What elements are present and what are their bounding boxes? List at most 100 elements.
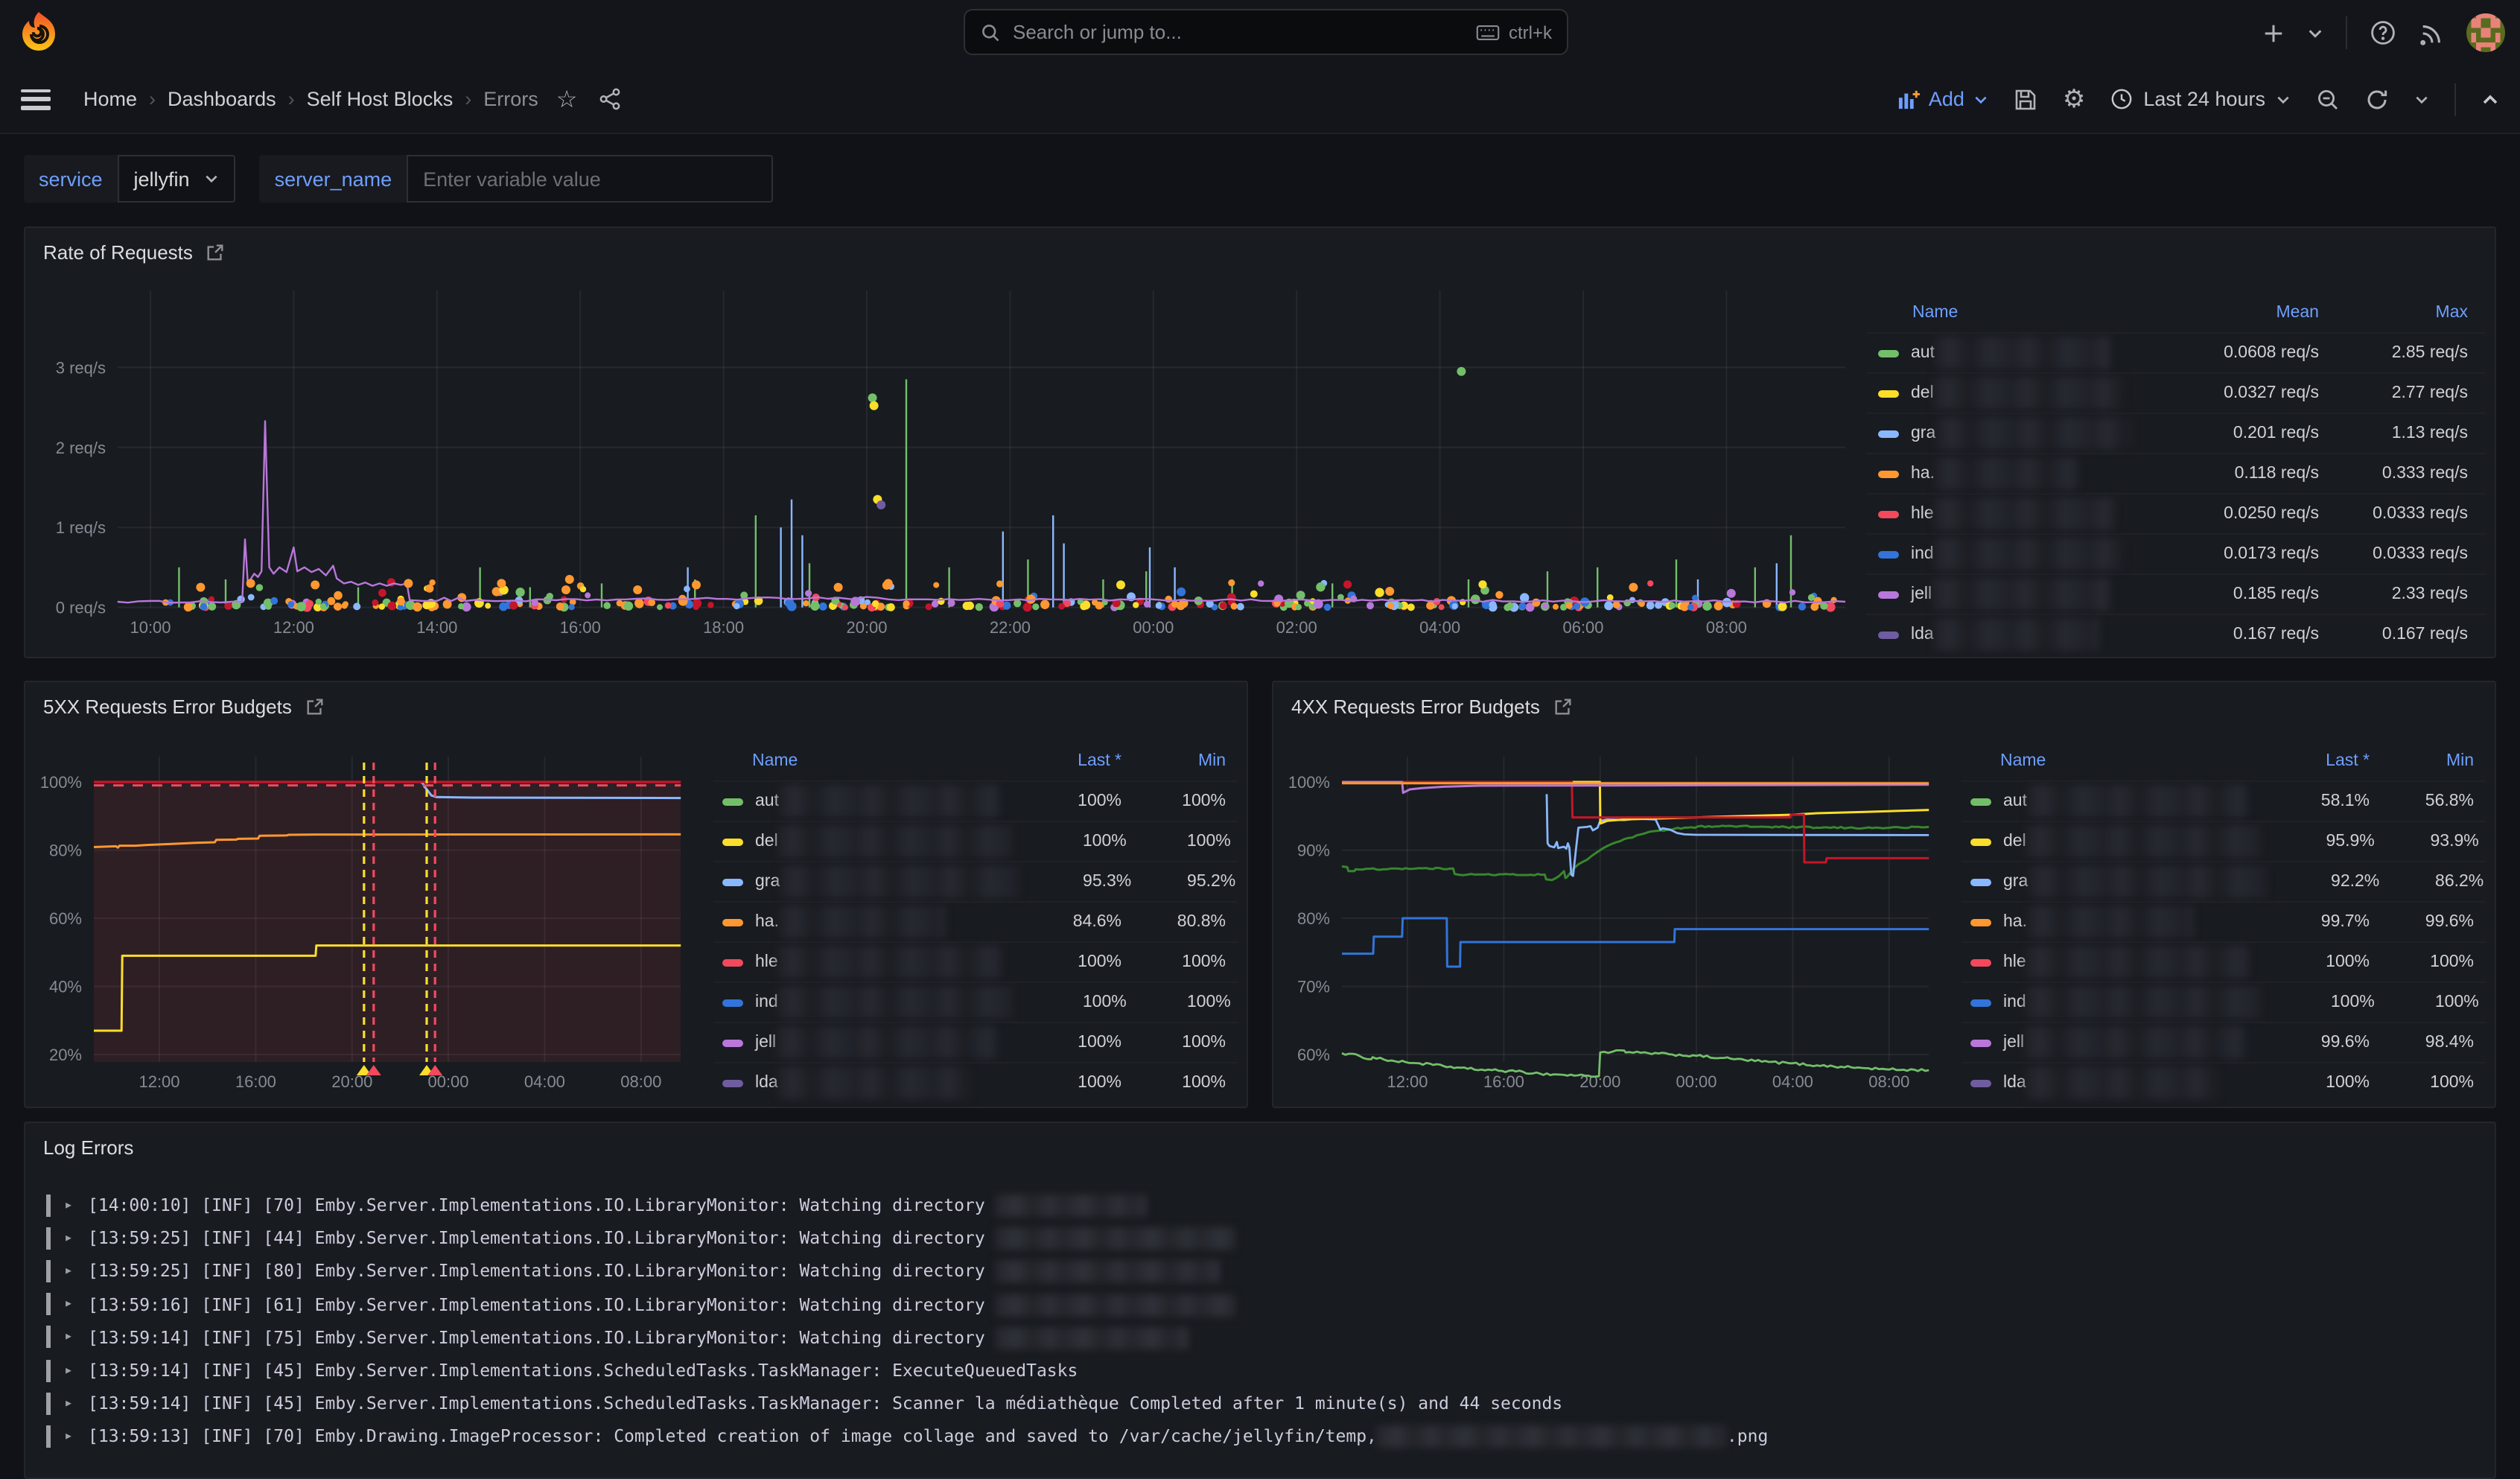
legend-row[interactable]: jell 99.6% 98.4% <box>1961 1022 2486 1062</box>
breadcrumb-self-host-blocks[interactable]: Self Host Blocks <box>307 88 454 110</box>
log-expand-icon[interactable]: ▸ <box>64 1395 74 1411</box>
time-range-picker[interactable]: Last 24 hours <box>2110 88 2291 110</box>
variable-server-name-label: server_name <box>260 155 407 203</box>
rate-legend: Name Mean Max aut 0.0608 req/s 2.85 req/… <box>1866 293 2486 654</box>
series-value-2: 56.8% <box>2370 792 2486 810</box>
series-name: jell <box>2003 1031 2256 1055</box>
series-value-1: 95.3% <box>1018 873 1131 891</box>
breadcrumb-home[interactable]: Home <box>83 88 137 110</box>
refresh-icon[interactable] <box>2365 87 2389 111</box>
redacted-name <box>2027 906 2194 938</box>
collapse-chevron-up-icon[interactable] <box>2481 90 2499 108</box>
external-link-icon[interactable] <box>206 243 226 262</box>
share-icon[interactable] <box>598 88 620 110</box>
err5xx-chart-zone[interactable]: 20%40%60%80%100%12:0016:0020:0000:0004:0… <box>37 736 713 1104</box>
settings-gear-icon[interactable]: ⚙ <box>2063 84 2086 114</box>
favorite-star-icon[interactable]: ☆ <box>556 85 578 113</box>
log-expand-icon[interactable]: ▸ <box>64 1230 74 1247</box>
log-expand-icon[interactable]: ▸ <box>64 1362 74 1378</box>
news-rss-icon[interactable] <box>2419 20 2444 45</box>
legend-row[interactable]: lda 100% 100% <box>713 1062 1238 1102</box>
legend-row[interactable]: gra 92.2% 86.2% <box>1961 861 2486 901</box>
external-link-icon[interactable] <box>1553 697 1573 716</box>
legend-header: Name Last * Min <box>1961 742 2486 780</box>
log-row[interactable]: ▸ [13:59:13] [INF] [70] Emby.Drawing.Ima… <box>43 1420 2477 1453</box>
legend-row[interactable]: aut 58.1% 56.8% <box>1961 780 2486 821</box>
legend-row[interactable]: lda 100% 100% <box>1961 1062 2486 1102</box>
variable-service-label: service <box>24 155 118 203</box>
legend-row[interactable]: ha. 99.7% 99.6% <box>1961 901 2486 941</box>
svg-text:00:00: 00:00 <box>1676 1072 1716 1091</box>
err4xx-chart-svg[interactable]: 60%70%80%90%100%12:0016:0020:0000:0004:0… <box>1285 736 1961 1104</box>
legend-row[interactable]: del 95.9% 93.9% <box>1961 821 2486 861</box>
log-row[interactable]: ▸ [13:59:14] [INF] [75] Emby.Server.Impl… <box>43 1321 2477 1354</box>
refresh-chevron-down-icon[interactable] <box>2414 92 2429 106</box>
log-expand-icon[interactable]: ▸ <box>64 1197 74 1213</box>
legend-row[interactable]: hle 100% 100% <box>1961 941 2486 982</box>
log-row[interactable]: ▸ [14:00:10] [INF] [70] Emby.Server.Impl… <box>43 1189 2477 1221</box>
svg-text:04:00: 04:00 <box>1419 618 1460 637</box>
save-dashboard-icon[interactable] <box>2014 87 2037 111</box>
toolbar-divider <box>2454 83 2456 115</box>
legend-row[interactable]: jell 0.185 req/s 2.33 req/s <box>1866 573 2486 614</box>
grafana-logo-icon[interactable] <box>16 10 61 55</box>
log-row[interactable]: ▸ [13:59:14] [INF] [45] Emby.Server.Impl… <box>43 1354 2477 1387</box>
legend-row[interactable]: gra 95.3% 95.2% <box>713 861 1238 901</box>
plus-chevron-down-icon[interactable] <box>2307 25 2323 41</box>
menu-hamburger-icon[interactable] <box>21 89 51 109</box>
legend-row[interactable]: jell 100% 100% <box>713 1022 1238 1062</box>
legend-row[interactable]: ind 0.0173 req/s 0.0333 req/s <box>1866 533 2486 573</box>
legend-row[interactable]: ind 100% 100% <box>1961 982 2486 1022</box>
log-expand-icon[interactable]: ▸ <box>64 1329 74 1346</box>
series-value-2: 100% <box>2370 953 2486 971</box>
log-expand-icon[interactable]: ▸ <box>64 1263 74 1279</box>
rate-chart-svg[interactable]: 0 req/s1 req/s2 req/s3 req/s10:0012:0014… <box>37 282 1866 651</box>
add-plus-icon[interactable] <box>2262 22 2285 44</box>
series-swatch <box>1970 878 1991 885</box>
series-value-1: 0.0608 req/s <box>2176 344 2319 362</box>
log-row[interactable]: ▸ [13:59:16] [INF] [61] Emby.Server.Impl… <box>43 1288 2477 1320</box>
rate-chart-zone[interactable]: 0 req/s1 req/s2 req/s3 req/s10:0012:0014… <box>37 282 1866 651</box>
legend-row[interactable]: lda 0.167 req/s 0.167 req/s <box>1866 614 2486 654</box>
add-button[interactable]: Add <box>1897 88 1988 110</box>
breadcrumb-dashboards[interactable]: Dashboards <box>168 88 276 110</box>
search-input[interactable]: Search or jump to... ctrl+k <box>964 9 1568 55</box>
panel-4xx-error-budgets: 4XX Requests Error Budgets 60%70%80%90%1… <box>1272 681 2496 1108</box>
legend-row[interactable]: ha. 0.118 req/s 0.333 req/s <box>1866 453 2486 493</box>
redacted-path <box>996 1228 1237 1250</box>
legend-row[interactable]: hle 100% 100% <box>713 941 1238 982</box>
help-icon[interactable] <box>2370 19 2396 46</box>
log-rows: ▸ [14:00:10] [INF] [70] Emby.Server.Impl… <box>43 1189 2477 1453</box>
series-name: ha. <box>1911 462 2176 486</box>
redacted-name <box>778 1066 972 1099</box>
log-expand-icon[interactable]: ▸ <box>64 1428 74 1445</box>
series-value-1: 100% <box>1014 833 1127 850</box>
legend-row[interactable]: ind 100% 100% <box>713 982 1238 1022</box>
legend-row[interactable]: ha. 84.6% 80.8% <box>713 901 1238 941</box>
legend-row[interactable]: del 100% 100% <box>713 821 1238 861</box>
legend-row[interactable]: aut 100% 100% <box>713 780 1238 821</box>
legend-row[interactable]: gra 0.201 req/s 1.13 req/s <box>1866 413 2486 453</box>
series-value-2: 0.333 req/s <box>2319 465 2486 483</box>
err5xx-chart-svg[interactable]: 20%40%60%80%100%12:0016:0020:0000:0004:0… <box>37 736 713 1104</box>
legend-row[interactable]: del 0.0327 req/s 2.77 req/s <box>1866 372 2486 413</box>
series-value-2: 100% <box>1127 993 1243 1011</box>
legend-row[interactable]: aut 0.0608 req/s 2.85 req/s <box>1866 332 2486 372</box>
svg-text:20%: 20% <box>49 1046 82 1064</box>
variable-service-select[interactable]: jellyfin <box>118 155 236 203</box>
zoom-out-icon[interactable] <box>2316 87 2340 111</box>
series-name: ind <box>1911 542 2176 566</box>
series-value-2: 2.77 req/s <box>2319 384 2486 402</box>
log-row[interactable]: ▸ [13:59:25] [INF] [44] Emby.Server.Impl… <box>43 1221 2477 1254</box>
log-row[interactable]: ▸ [13:59:14] [INF] [45] Emby.Server.Impl… <box>43 1387 2477 1419</box>
log-expand-icon[interactable]: ▸ <box>64 1296 74 1312</box>
legend-row[interactable]: hle 0.0250 req/s 0.0333 req/s <box>1866 493 2486 533</box>
redacted-name <box>1934 538 2125 570</box>
log-text: [14:00:10] [INF] [70] Emby.Server.Implem… <box>88 1195 1148 1215</box>
redacted-name <box>1934 377 2125 410</box>
external-link-icon[interactable] <box>305 697 325 716</box>
variable-server-name-input[interactable]: Enter variable value <box>407 155 773 203</box>
user-avatar[interactable] <box>2466 13 2505 52</box>
err4xx-chart-zone[interactable]: 60%70%80%90%100%12:0016:0020:0000:0004:0… <box>1285 736 1961 1104</box>
log-row[interactable]: ▸ [13:59:25] [INF] [80] Emby.Server.Impl… <box>43 1255 2477 1288</box>
